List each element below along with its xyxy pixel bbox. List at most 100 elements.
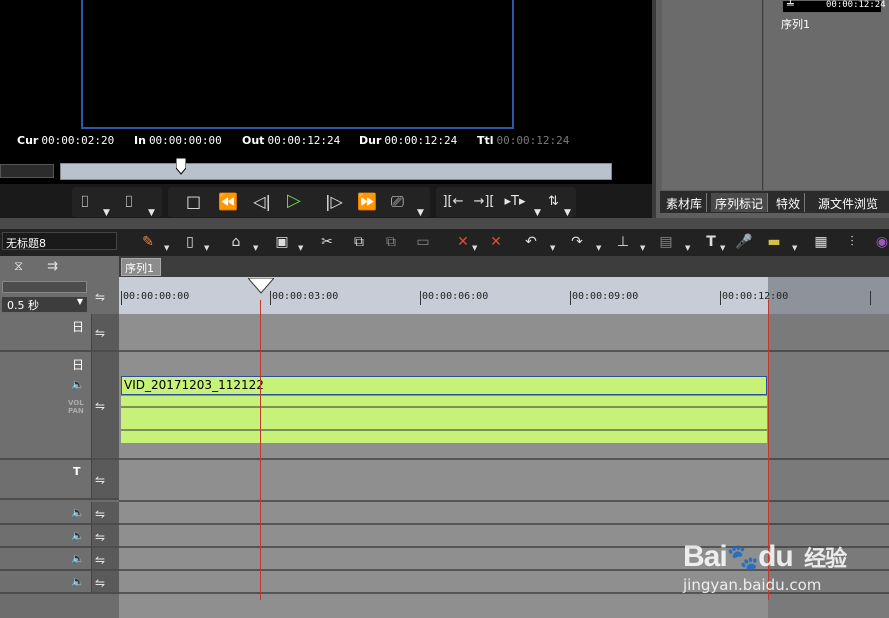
undo-icon[interactable]: ↶ (520, 232, 542, 252)
timecode-ttl: Ttl 00:00:12:24 (477, 134, 570, 147)
tab-sequence-markers[interactable]: 序列标记 (711, 193, 769, 212)
timeline-toolbar (0, 229, 889, 256)
loop-play-icon[interactable]: ⎚ (391, 194, 404, 210)
color-wheel-icon[interactable]: ◉ (871, 232, 889, 252)
save-icon[interactable]: ▣ (271, 232, 293, 252)
dropdown-arrow-icon[interactable]: ▼ (253, 244, 261, 252)
dropdown-arrow-icon[interactable]: ▼ (596, 244, 604, 252)
scrub-bar[interactable] (60, 163, 612, 180)
audio-clip[interactable] (121, 396, 767, 443)
play-icon[interactable]: ▷ (287, 192, 301, 210)
rewind-icon[interactable]: ⏪ (214, 194, 242, 210)
track-swap-icon[interactable]: ⇋ (95, 506, 105, 522)
new-file-icon[interactable]: ▯ (179, 232, 201, 252)
paste-icon[interactable]: ⧉ (380, 232, 402, 252)
track-swap-icon[interactable]: ⇋ (95, 398, 105, 414)
next-frame-icon[interactable]: |▷ (322, 194, 346, 210)
ruler-tick (720, 291, 721, 305)
open-folder-icon[interactable]: ⌂ (225, 232, 247, 252)
insert-icon[interactable]: ▸T▸ (502, 194, 528, 210)
dropdown-arrow-icon[interactable]: ▼ (685, 244, 693, 252)
timecode-dur: Dur 00:00:12:24 (359, 134, 458, 147)
mixer-icon[interactable]: ⫶ (841, 232, 863, 252)
speaker-icon[interactable]: 🔈 (71, 378, 85, 391)
prev-frame-icon[interactable]: ◁| (250, 194, 274, 210)
ruler-label: 00:00:03:00 (272, 291, 339, 302)
scrub-playhead[interactable] (176, 158, 186, 176)
dropdown-arrow-icon[interactable]: ▼ (792, 244, 800, 252)
dropdown-arrow-icon[interactable]: ▼ (472, 244, 480, 252)
speaker-icon[interactable]: 🔈 (71, 552, 85, 565)
playhead-handle[interactable] (248, 278, 274, 294)
zoom-select[interactable]: 0.5 秒 ▼ (2, 297, 87, 312)
replace-icon[interactable]: ▭ (412, 232, 434, 252)
speaker-icon[interactable]: 🔈 (71, 575, 85, 588)
track-swap-icon[interactable]: ⇋ (95, 325, 105, 341)
render-icon[interactable]: ▬ (763, 232, 785, 252)
cut-icon[interactable]: ✂ (316, 232, 338, 252)
dropdown-arrow-icon[interactable]: ▼ (204, 244, 212, 252)
dropdown-arrow-icon[interactable]: ▼ (298, 244, 306, 252)
video-clip[interactable]: VID_20171203_112122 (121, 376, 767, 395)
tab-source-browser[interactable]: 源文件浏览 (814, 193, 882, 212)
ruler-tick (121, 291, 122, 305)
speaker-icon[interactable]: 🔈 (71, 506, 85, 519)
sequence-icon: ╧ (787, 0, 794, 11)
watermark-url: jingyan.baidu.com (683, 576, 822, 594)
split-icon[interactable]: ⊥ (612, 232, 634, 252)
fast-forward-icon[interactable]: ⏩ (353, 194, 381, 210)
tab-sequence[interactable]: 序列1 (121, 258, 161, 276)
track-swap-icon[interactable]: ⇋ (95, 289, 105, 305)
match-frame-in-icon[interactable]: ][← (440, 194, 466, 210)
ripple-delete-icon[interactable]: ✕ (485, 232, 507, 252)
dropdown-arrow-icon[interactable]: ▼ (164, 244, 172, 252)
watermark: Bai🐾du 经验 jingyan.baidu.com (683, 540, 883, 610)
dropdown-arrow-icon[interactable]: ▼ (640, 244, 648, 252)
track-swap-icon[interactable]: ⇋ (95, 529, 105, 545)
microphone-icon[interactable]: 🎤 (733, 232, 755, 252)
tab-asset-library[interactable]: 素材库 (662, 193, 708, 212)
timecode-in: In 00:00:00:00 (134, 134, 222, 147)
timecode-out: Out 00:00:12:24 (242, 134, 341, 147)
match-frame-out-icon[interactable]: →][ (471, 194, 497, 210)
sequence-tab-bar (119, 256, 889, 277)
track-swap-icon[interactable]: ⇋ (95, 472, 105, 488)
track-swap-icon[interactable]: ⇋ (95, 552, 105, 568)
title-track-label: T (73, 465, 81, 478)
mark-out-icon[interactable]: ⌷ (124, 194, 134, 210)
zoom-slider[interactable] (2, 281, 87, 293)
video-preview-frame (81, 0, 514, 129)
link-icon[interactable]: ⧖ (14, 259, 23, 275)
title-icon[interactable]: T (700, 232, 722, 252)
tab-effects[interactable]: 特效 (772, 193, 806, 212)
dropdown-arrow-icon[interactable]: ▼ (550, 244, 558, 252)
asset-folder-pane (662, 0, 763, 190)
pan-label[interactable]: PAN (68, 407, 84, 415)
track-swap-icon[interactable]: ⇋ (95, 575, 105, 591)
copy-icon[interactable]: ⧉ (348, 232, 370, 252)
stop-icon[interactable]: □ (186, 194, 201, 210)
ruler-label: 00:00:06:00 (422, 291, 489, 302)
jog-slider[interactable] (0, 164, 54, 178)
dropdown-arrow-icon[interactable]: ▼ (720, 244, 728, 252)
playhead-line (260, 300, 261, 600)
redo-icon[interactable]: ↷ (566, 232, 588, 252)
sync-icon[interactable]: ⇉ (47, 259, 58, 275)
vol-label[interactable]: VOL (68, 399, 84, 407)
marker-icon[interactable]: ▤ (655, 232, 677, 252)
speaker-icon[interactable]: 🔈 (71, 529, 85, 542)
mark-in-icon[interactable]: ⌷ (80, 194, 90, 210)
paw-icon: 🐾 (726, 542, 759, 572)
sequence-duration: 00:00:12:24 (826, 0, 886, 10)
splitter[interactable] (0, 218, 889, 229)
video-toggle[interactable]: 日 (72, 356, 84, 373)
waveform-right (121, 429, 767, 431)
ruler-label: 00:00:00:00 (123, 291, 190, 302)
overwrite-icon[interactable]: ⇅ (548, 194, 559, 210)
grid-icon[interactable]: ▦ (810, 232, 832, 252)
ruler-label: 00:00:09:00 (572, 291, 639, 302)
sequence-name[interactable]: 序列1 (781, 16, 810, 32)
new-project-icon[interactable]: ✎ (137, 232, 159, 252)
delete-icon[interactable]: ✕ (452, 232, 474, 252)
video-toggle[interactable]: 日 (72, 318, 84, 335)
